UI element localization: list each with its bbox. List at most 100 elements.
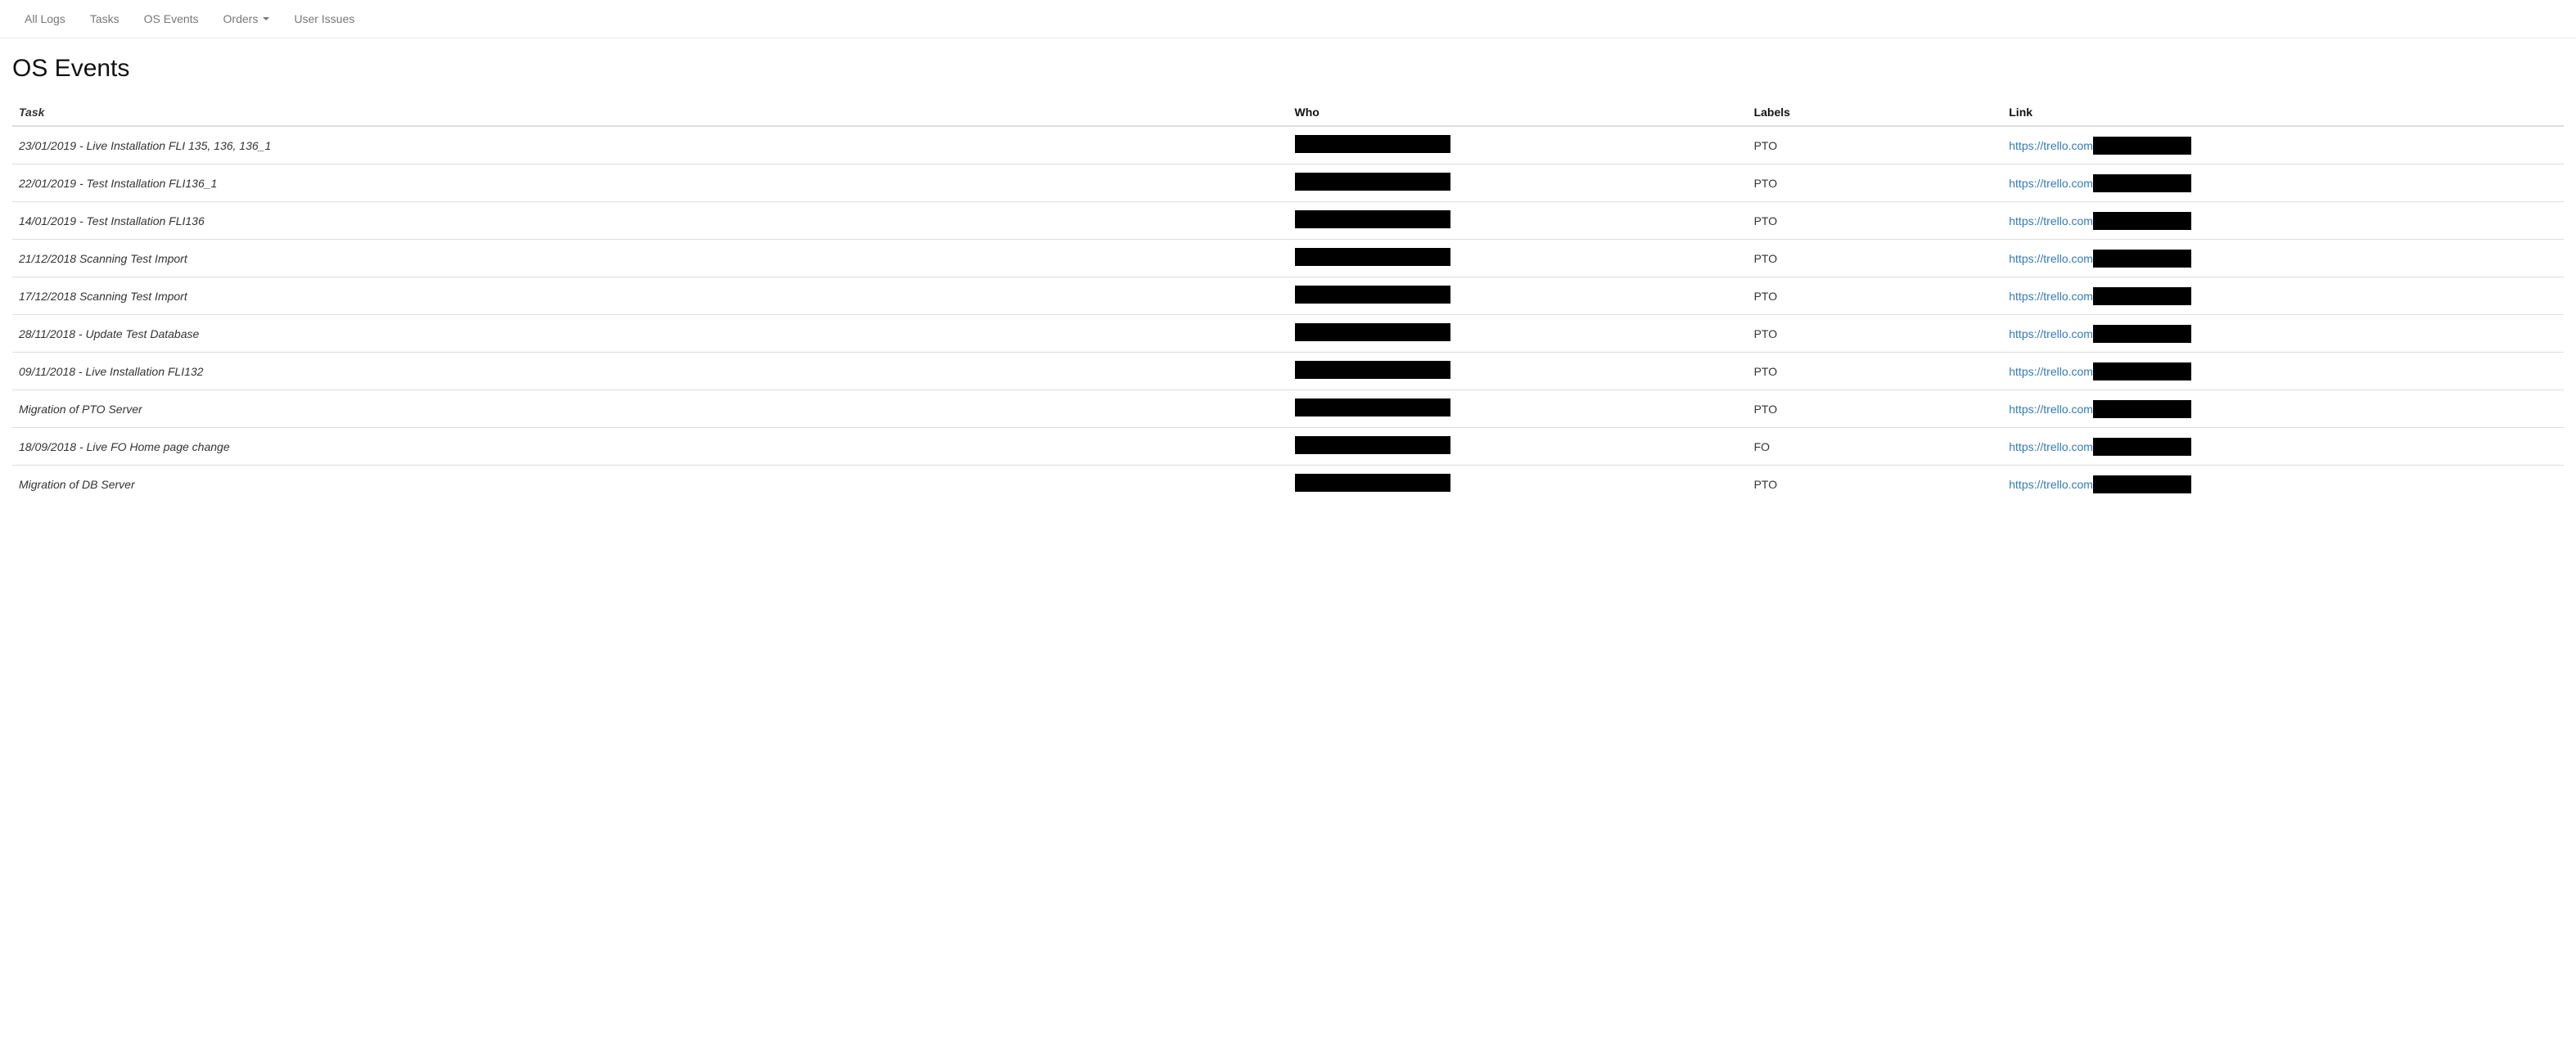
link-cell: https://trello.com	[2002, 164, 2564, 202]
nav-orders[interactable]: Orders	[211, 0, 282, 38]
who-cell	[1288, 240, 1748, 277]
redacted-block	[1295, 248, 1450, 266]
labels-cell: PTO	[1748, 390, 2003, 428]
nav-label: All Logs	[25, 12, 65, 25]
link-cell: https://trello.com	[2002, 277, 2564, 315]
redacted-block	[2093, 287, 2191, 305]
task-cell: 17/12/2018 Scanning Test Import	[12, 277, 1288, 315]
main-container: OS Events Task Who Labels Link 23/01/201…	[0, 38, 2576, 519]
header-labels: Labels	[1748, 99, 2003, 126]
redacted-block	[1295, 173, 1450, 191]
nav-list: All Logs Tasks OS Events Orders User Iss…	[12, 0, 2564, 38]
trello-link[interactable]: https://trello.com	[2009, 290, 2093, 303]
task-cell: Migration of DB Server	[12, 466, 1288, 503]
chevron-down-icon	[263, 17, 269, 20]
redacted-block	[1295, 436, 1450, 454]
labels-cell: PTO	[1748, 126, 2003, 164]
nav-label: User Issues	[294, 12, 354, 25]
who-cell	[1288, 353, 1748, 390]
link-wrap: https://trello.com	[2009, 362, 2557, 380]
link-wrap: https://trello.com	[2009, 212, 2557, 230]
table-row: 17/12/2018 Scanning Test Import PTO https:…	[12, 277, 2564, 315]
nav-label: Tasks	[90, 12, 120, 25]
task-cell: 21/12/2018 Scanning Test Import	[12, 240, 1288, 277]
trello-link[interactable]: https://trello.com	[2009, 478, 2093, 491]
table-row: 18/09/2018 - Live FO Home page changeFOh…	[12, 428, 2564, 466]
redacted-block	[2093, 438, 2191, 456]
link-wrap: https://trello.com	[2009, 400, 2557, 418]
redacted-block	[1295, 398, 1450, 416]
who-cell	[1288, 164, 1748, 202]
table-row: 09/11/2018 - Live Installation FLI132 PTO…	[12, 353, 2564, 390]
trello-link[interactable]: https://trello.com	[2009, 403, 2093, 416]
nav-all-logs[interactable]: All Logs	[12, 0, 78, 38]
who-cell	[1288, 202, 1748, 240]
redacted-block	[2093, 475, 2191, 493]
table-row: 22/01/2019 - Test Installation FLI136_1 P…	[12, 164, 2564, 202]
table-row: 21/12/2018 Scanning Test Import PTO https:…	[12, 240, 2564, 277]
trello-link[interactable]: https://trello.com	[2009, 214, 2093, 227]
who-cell	[1288, 126, 1748, 164]
table-row: Migration of DB ServerPTOhttps://trello.…	[12, 466, 2564, 503]
task-cell: 22/01/2019 - Test Installation FLI136_1	[12, 164, 1288, 202]
nav-os-events[interactable]: OS Events	[132, 0, 211, 38]
page-title: OS Events	[12, 55, 2564, 83]
trello-link[interactable]: https://trello.com	[2009, 440, 2093, 453]
link-wrap: https://trello.com	[2009, 250, 2557, 268]
labels-cell: PTO	[1748, 164, 2003, 202]
nav-user-issues[interactable]: User Issues	[282, 0, 367, 38]
link-wrap: https://trello.com	[2009, 174, 2557, 192]
who-cell	[1288, 390, 1748, 428]
link-cell: https://trello.com	[2002, 126, 2564, 164]
task-cell: 23/01/2019 - Live Installation FLI 135, …	[12, 126, 1288, 164]
link-cell: https://trello.com	[2002, 428, 2564, 466]
navbar: All Logs Tasks OS Events Orders User Iss…	[0, 0, 2576, 38]
link-wrap: https://trello.com	[2009, 475, 2557, 493]
trello-link[interactable]: https://trello.com	[2009, 177, 2093, 190]
redacted-block	[1295, 361, 1450, 379]
redacted-block	[2093, 362, 2191, 380]
who-cell	[1288, 315, 1748, 353]
redacted-block	[1295, 210, 1450, 228]
redacted-block	[2093, 325, 2191, 343]
events-table: Task Who Labels Link 23/01/2019 - Live I…	[12, 99, 2564, 502]
table-row: 14/01/2019 - Test Installation FLI136 PTO…	[12, 202, 2564, 240]
trello-link[interactable]: https://trello.com	[2009, 327, 2093, 340]
nav-tasks[interactable]: Tasks	[78, 0, 132, 38]
task-cell: 14/01/2019 - Test Installation FLI136	[12, 202, 1288, 240]
redacted-block	[1295, 286, 1450, 304]
nav-label: Orders	[223, 12, 259, 25]
labels-cell: FO	[1748, 428, 2003, 466]
link-cell: https://trello.com	[2002, 315, 2564, 353]
redacted-block	[2093, 250, 2191, 268]
link-wrap: https://trello.com	[2009, 325, 2557, 343]
redacted-block	[1295, 474, 1450, 492]
who-cell	[1288, 428, 1748, 466]
table-row: 28/11/2018 - Update Test DatabasePTOhttp…	[12, 315, 2564, 353]
trello-link[interactable]: https://trello.com	[2009, 365, 2093, 378]
link-cell: https://trello.com	[2002, 353, 2564, 390]
labels-cell: PTO	[1748, 277, 2003, 315]
link-cell: https://trello.com	[2002, 202, 2564, 240]
labels-cell: PTO	[1748, 353, 2003, 390]
header-task: Task	[12, 99, 1288, 126]
table-header-row: Task Who Labels Link	[12, 99, 2564, 126]
who-cell	[1288, 466, 1748, 503]
header-link: Link	[2002, 99, 2564, 126]
trello-link[interactable]: https://trello.com	[2009, 252, 2093, 265]
labels-cell: PTO	[1748, 315, 2003, 353]
labels-cell: PTO	[1748, 240, 2003, 277]
who-cell	[1288, 277, 1748, 315]
redacted-block	[1295, 323, 1450, 341]
task-cell: Migration of PTO Server	[12, 390, 1288, 428]
link-cell: https://trello.com	[2002, 466, 2564, 503]
labels-cell: PTO	[1748, 202, 2003, 240]
link-wrap: https://trello.com	[2009, 438, 2557, 456]
link-cell: https://trello.com	[2002, 240, 2564, 277]
redacted-block	[1295, 135, 1450, 153]
table-row: 23/01/2019 - Live Installation FLI 135, …	[12, 126, 2564, 164]
trello-link[interactable]: https://trello.com	[2009, 139, 2093, 152]
header-who: Who	[1288, 99, 1748, 126]
task-cell: 09/11/2018 - Live Installation FLI132	[12, 353, 1288, 390]
table-row: Migration of PTO Server PTO https://trello…	[12, 390, 2564, 428]
